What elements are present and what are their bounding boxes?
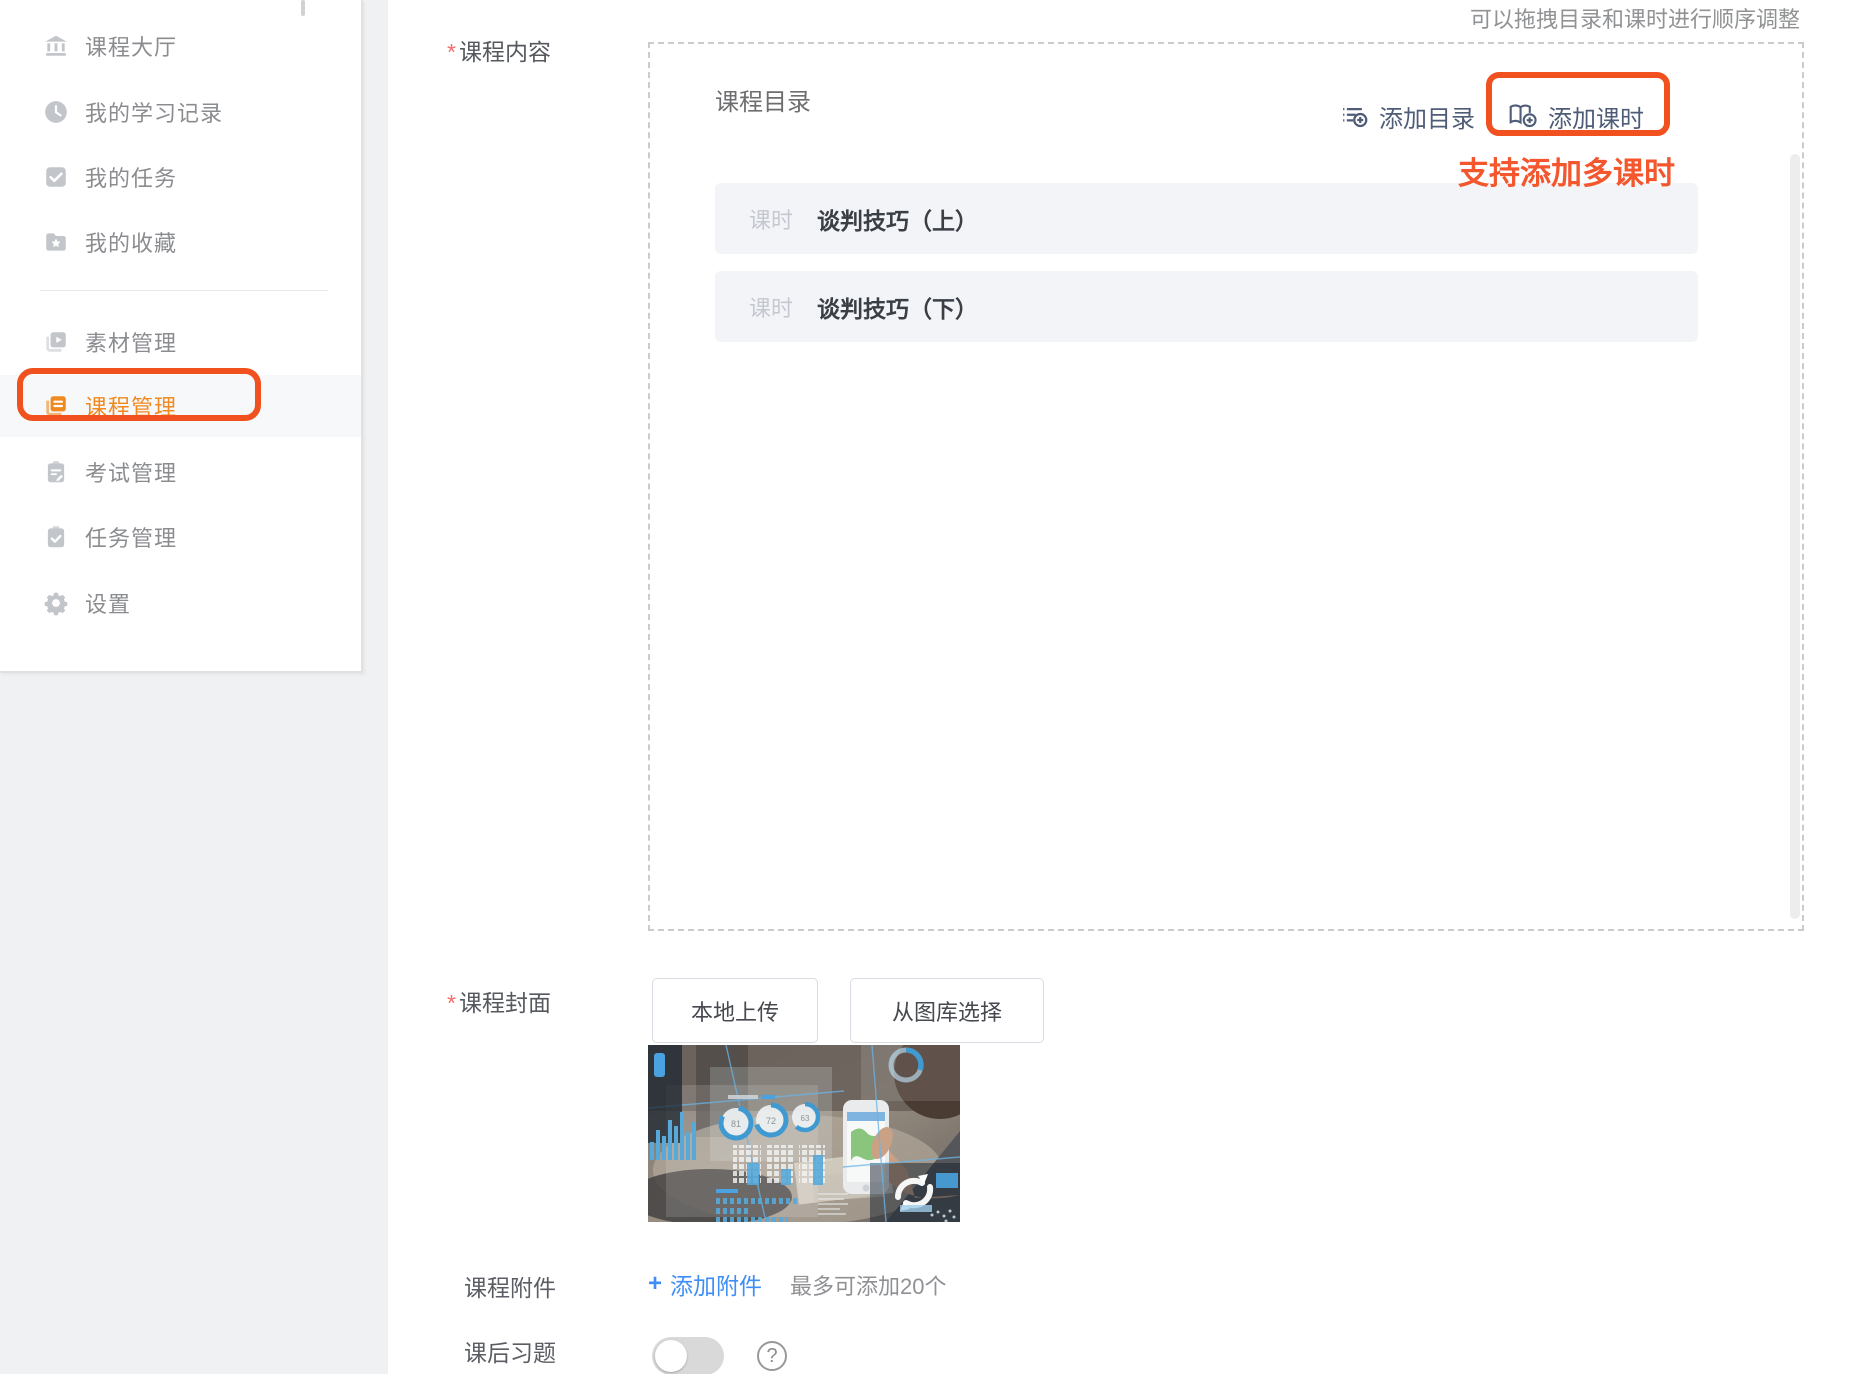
add-lesson-button[interactable]: 添加课时	[1507, 98, 1644, 134]
svg-text:63: 63	[801, 1114, 810, 1123]
svg-text:72: 72	[766, 1116, 776, 1126]
sidebar-item-settings[interactable]: 设置	[0, 572, 361, 634]
course-content-label: * 课程内容	[447, 39, 551, 65]
lesson-title: 谈判技巧（上）	[817, 208, 979, 234]
annotation-note: 支持添加多课时	[1458, 156, 1675, 191]
plus-icon: +	[648, 1270, 663, 1297]
catalog-item-lesson-2[interactable]: 课时 谈判技巧（下）	[715, 271, 1698, 342]
course-cover-image: 81 72 63	[648, 1045, 960, 1222]
bank-icon	[43, 33, 69, 59]
clock-icon	[43, 99, 69, 125]
exam-clipboard-icon	[43, 459, 69, 485]
sidebar-item-task-management[interactable]: 任务管理	[0, 506, 361, 568]
sidebar-item-learning-records[interactable]: 我的学习记录	[0, 81, 361, 143]
media-copy-icon	[43, 329, 69, 355]
required-asterisk: *	[447, 990, 456, 1016]
lesson-tag: 课时	[749, 295, 794, 321]
lesson-title: 谈判技巧（下）	[817, 296, 979, 322]
star-folder-icon	[43, 229, 69, 255]
catalog-item-lesson-1[interactable]: 课时 谈判技巧（上）	[715, 183, 1698, 254]
upload-local-button[interactable]: 本地上传	[652, 978, 818, 1043]
task-check-icon	[43, 164, 69, 190]
todo-clipboard-icon	[43, 524, 69, 550]
course-book-icon	[43, 393, 69, 419]
required-asterisk: *	[447, 39, 456, 65]
exercise-toggle[interactable]	[652, 1337, 724, 1374]
attachment-limit-note: 最多可添加20个	[790, 1274, 947, 1299]
sidebar-item-exam-management[interactable]: 考试管理	[0, 441, 361, 503]
sidebar-item-course-hall[interactable]: 课程大厅	[0, 15, 361, 77]
page-canvas: 可以拖拽目录和课时进行顺序调整 * 课程内容 课程目录 添加目录 添加课时 课时…	[0, 0, 1850, 1374]
sidebar: 课程大厅 我的学习记录 我的任务 我的收藏 素材管理 课程管理 考试管理 任务管…	[0, 0, 363, 673]
content-scrollbar[interactable]	[1790, 154, 1800, 919]
add-catalog-icon	[1340, 101, 1370, 131]
drag-hint-text: 可以拖拽目录和课时进行顺序调整	[1469, 7, 1800, 32]
sidebar-item-favorites[interactable]: 我的收藏	[0, 211, 361, 273]
add-catalog-button[interactable]: 添加目录	[1340, 98, 1475, 134]
sidebar-item-material-management[interactable]: 素材管理	[0, 311, 361, 373]
svg-text:81: 81	[731, 1119, 741, 1129]
sidebar-item-course-management[interactable]: 课程管理	[0, 375, 361, 437]
toggle-knob	[655, 1340, 687, 1372]
sidebar-divider	[40, 290, 328, 291]
add-attachment-link[interactable]: + 添加附件	[648, 1267, 762, 1301]
lesson-tag: 课时	[749, 207, 794, 233]
sidebar-item-my-tasks[interactable]: 我的任务	[0, 146, 361, 208]
add-lesson-icon	[1507, 101, 1539, 131]
course-cover-label: * 课程封面	[447, 990, 551, 1016]
choose-gallery-button[interactable]: 从图库选择	[850, 978, 1044, 1043]
gear-icon	[43, 590, 69, 616]
attachment-label: 课程附件	[464, 1275, 556, 1301]
exercise-label: 课后习题	[464, 1340, 556, 1366]
sidebar-scrollbar[interactable]	[301, 0, 305, 16]
help-icon[interactable]: ?	[757, 1341, 787, 1371]
catalog-title: 课程目录	[715, 90, 811, 116]
